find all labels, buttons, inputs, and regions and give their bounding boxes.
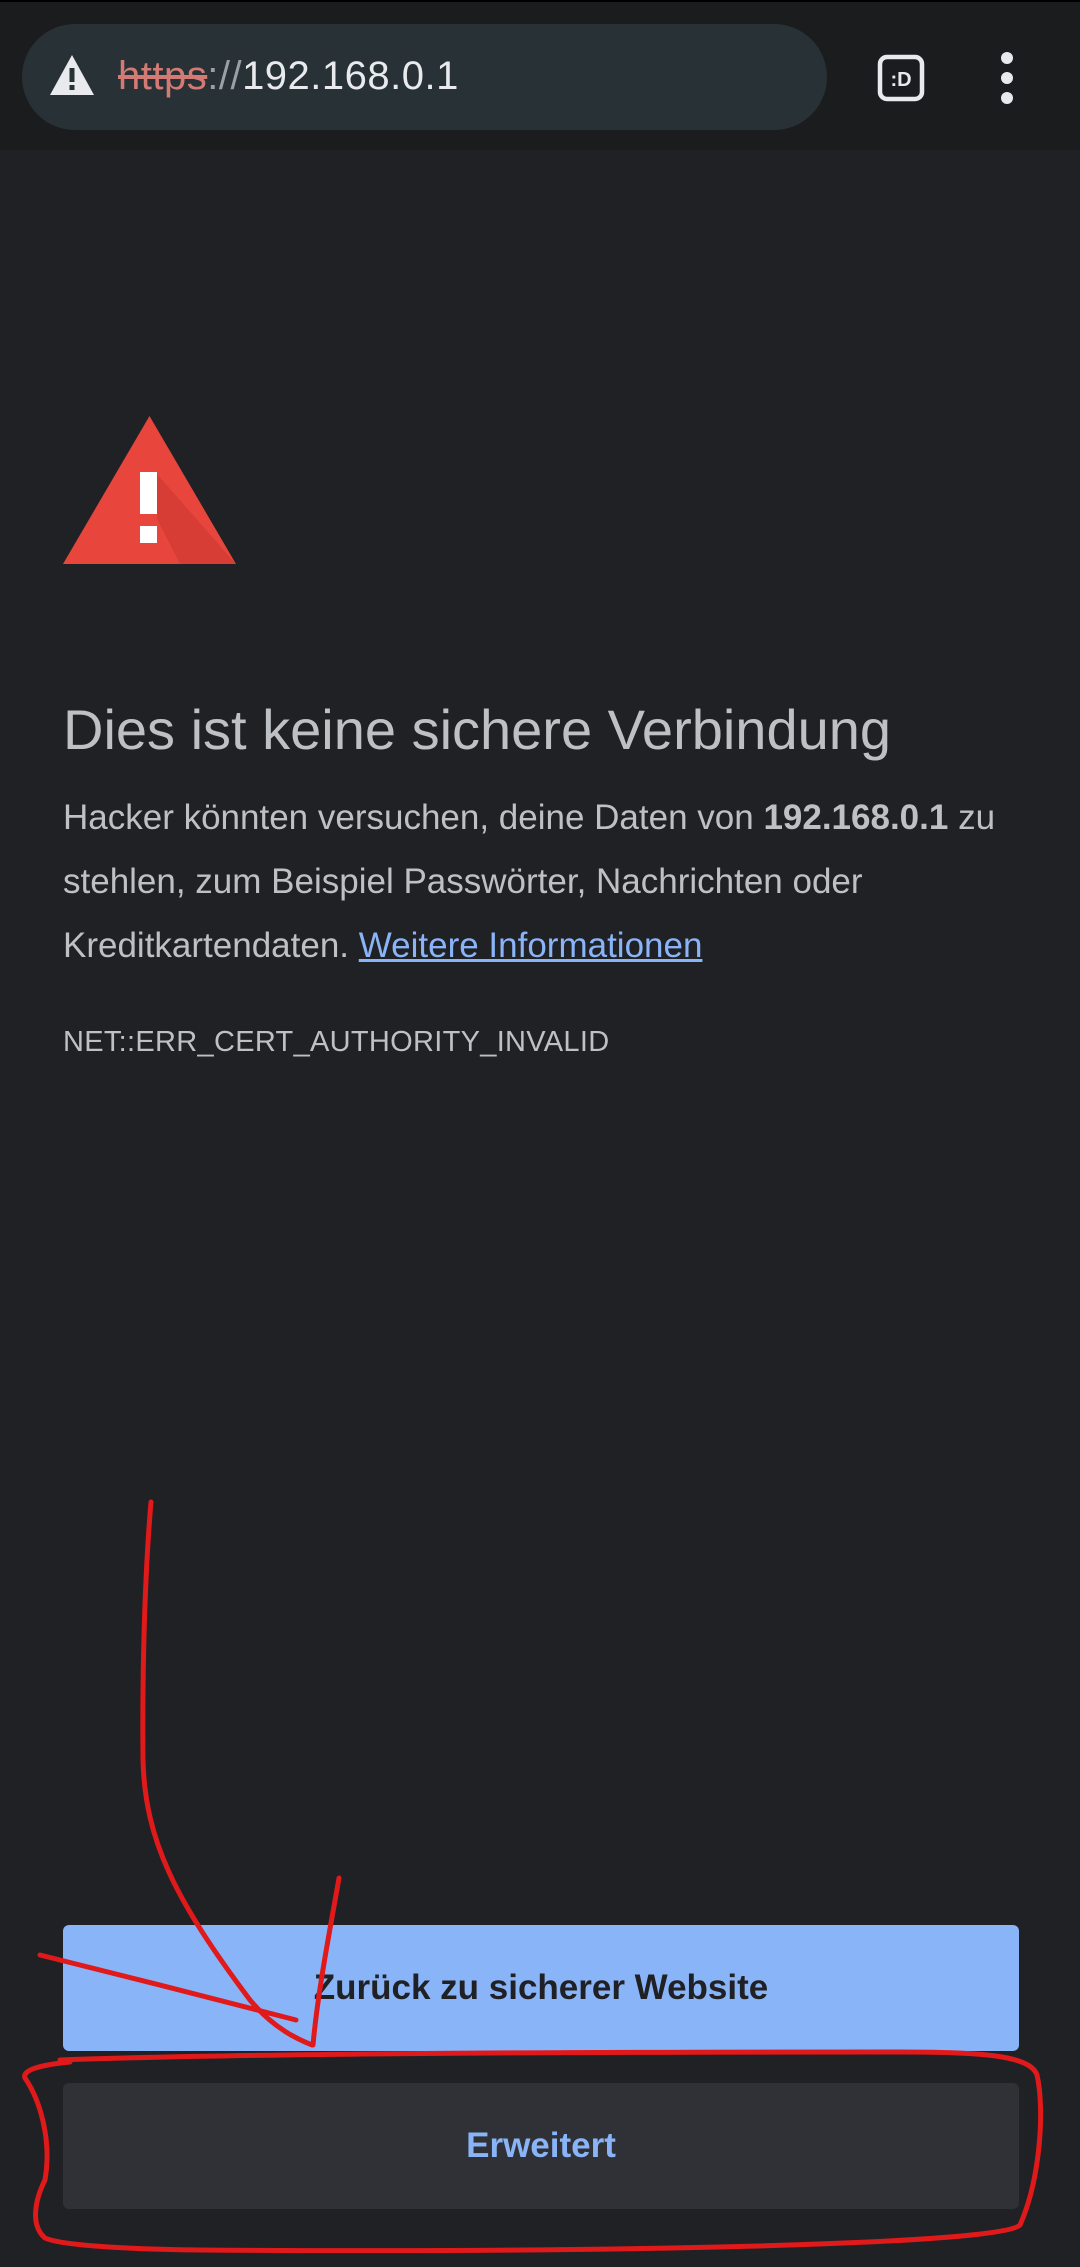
url-display[interactable]: https://192.168.0.1 — [118, 50, 459, 102]
browser-toolbar: https://192.168.0.1 :D — [0, 0, 1080, 150]
back-to-safety-button[interactable]: Zurück zu sicherer Website — [63, 1925, 1019, 2051]
tab-switcher-button[interactable]: :D — [877, 54, 925, 102]
chrome-page: https://192.168.0.1 :D Dies ist keine si… — [0, 0, 1080, 2267]
warning-description: Hacker könnten versuchen, deine Daten vo… — [63, 786, 1023, 978]
error-code: NET::ERR_CERT_AUTHORITY_INVALID — [63, 1026, 610, 1058]
omnibox[interactable]: https://192.168.0.1 — [22, 24, 827, 130]
advanced-button[interactable]: Erweitert — [63, 2083, 1019, 2209]
url-scheme: https — [118, 54, 208, 98]
description-prefix: Hacker könnten versuchen, deine Daten vo… — [63, 798, 764, 837]
tab-switcher-label: :D — [890, 69, 911, 91]
learn-more-link[interactable]: Weitere Informationen — [359, 926, 703, 965]
red-warning-triangle-icon — [63, 416, 236, 564]
more-vert-icon[interactable] — [983, 50, 1031, 106]
url-separator: :// — [207, 54, 243, 98]
page-title: Dies ist keine sichere Verbindung — [63, 698, 892, 761]
description-host: 192.168.0.1 — [763, 798, 949, 837]
url-host: 192.168.0.1 — [242, 54, 459, 98]
warning-triangle-icon[interactable] — [48, 53, 96, 97]
